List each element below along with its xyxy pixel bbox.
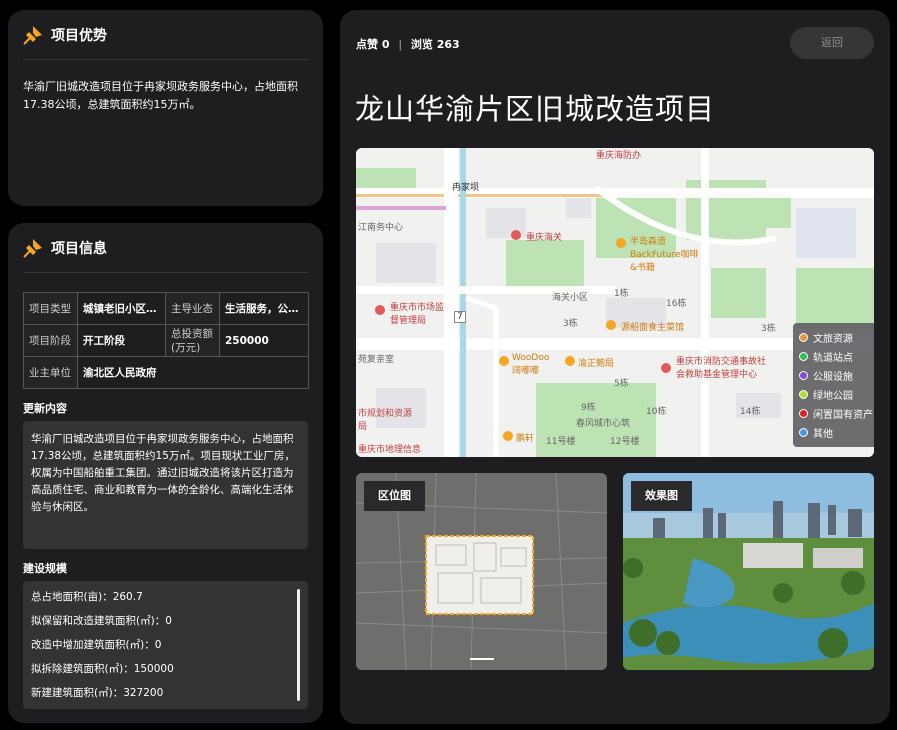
map-label: 江南务中心 [358, 223, 404, 233]
map-label: 重庆市消防交通事故社会救助基金管理中心 [676, 357, 767, 380]
map-label: 16栋 [666, 299, 687, 309]
table-value: 250000 [219, 324, 309, 357]
map-label: 11号楼 [546, 437, 576, 447]
panel-header: 项目信息 [23, 223, 308, 273]
legend-dot [799, 409, 808, 418]
legend-item[interactable]: 公服设施 [799, 366, 874, 385]
views-label: 浏览 [410, 38, 433, 51]
map-label: 3栋 [761, 324, 776, 334]
map-label: 7 [454, 311, 466, 323]
project-map[interactable]: 冉家坝 重庆海关 半岛森造 BackFuture咖啡&书籍 海关小区 江南务中心… [356, 148, 874, 457]
map-label: 10栋 [646, 407, 667, 417]
legend-item[interactable]: 其他 [799, 423, 874, 442]
legend-label: 公服设施 [813, 372, 853, 383]
legend-label: 闲置国有资产 [813, 410, 873, 421]
list-item: 新建建筑面积(㎡)：327200 [31, 687, 164, 699]
legend-dot [799, 428, 808, 437]
table-value: 开工阶段 [77, 324, 166, 357]
legend-item[interactable]: 文旅资源 [799, 328, 874, 347]
update-content: 华渝厂旧城改造项目位于冉家坝政务服务中心，占地面积17.38公顷，总建筑面积约1… [23, 421, 308, 549]
legend-dot [799, 390, 808, 399]
pin-icon [23, 238, 42, 258]
legend-label: 其他 [813, 429, 833, 440]
update-title: 更新内容 [23, 402, 67, 415]
info-table: 项目类型 城镇老旧小区… 主导业态 生活服务，公… 项目阶段 开工阶段 总投资额… [23, 292, 309, 389]
table-key: 主导业态 [165, 292, 220, 325]
table-row: 业主单位 渝北区人民政府 [23, 356, 309, 389]
list-item: 总占地面积(亩)：260.7 [31, 591, 143, 603]
table-value: 渝北区人民政府 [77, 356, 309, 389]
map-label: 5栋 [614, 379, 629, 389]
legend-item[interactable]: 闲置国有资产 [799, 404, 874, 423]
map-label: 苑复亲室 [358, 355, 395, 365]
views-count: 263 [436, 38, 460, 51]
location-map-thumbnail[interactable]: 区位图 [356, 473, 607, 670]
divider: | [398, 38, 403, 51]
map-label: 9栋 [581, 403, 596, 413]
thumbnail-tag: 区位图 [364, 481, 425, 511]
stats-bar: 点赞 0 | 浏览 263 [356, 36, 460, 52]
legend-item[interactable]: 轨道站点 [799, 347, 874, 366]
table-key: 项目阶段 [23, 324, 78, 357]
legend-dot [799, 371, 808, 380]
map-label: 源船面食主菜馆 [621, 323, 685, 333]
legend-label: 绿地公园 [813, 391, 853, 402]
panel-header: 项目优势 [23, 10, 308, 60]
likes-label: 点赞 [356, 38, 378, 51]
legend-dot [799, 352, 808, 361]
thumbnail-tag: 效果图 [631, 481, 692, 511]
map-label: 重庆市地理信息 [358, 445, 422, 455]
list-item: 拟保留和改造建筑面积(㎡)：0 [31, 615, 172, 627]
map-label: 渝正鲍局 [578, 359, 615, 369]
table-key: 业主单位 [23, 356, 78, 389]
map-label: 海关小区 [552, 293, 589, 303]
likes-count: 0 [381, 38, 390, 51]
map-label: 3栋 [563, 319, 578, 329]
scale-list[interactable]: 总占地面积(亩)：260.7 拟保留和改造建筑面积(㎡)：0 改造中增加建筑面积… [23, 581, 308, 709]
map-label: WooDoo 阔嘟嘟 [512, 353, 550, 376]
list-item: 改造中增加建筑面积(㎡)：0 [31, 639, 162, 651]
project-detail-panel: 点赞 0 | 浏览 263 返回 龙山华渝片区旧城改造项目 冉家坝 重庆海关 半… [340, 10, 890, 724]
legend-dot [799, 333, 808, 342]
map-label: 14栋 [740, 407, 761, 417]
map-label: 1栋 [614, 289, 629, 299]
effect-image-thumbnail[interactable]: 效果图 [623, 473, 874, 670]
carousel-indicator[interactable] [470, 658, 494, 660]
legend-label: 轨道站点 [813, 353, 853, 364]
page-title: 龙山华渝片区旧城改造项目 [355, 92, 716, 126]
scrollbar[interactable] [297, 589, 300, 701]
map-label: 12号楼 [610, 437, 640, 447]
map-label: 半岛森造 BackFuture咖啡&书籍 [630, 237, 699, 273]
table-row: 项目阶段 开工阶段 总投资额(万元) 250000 [23, 324, 309, 357]
back-button[interactable]: 返回 [790, 27, 874, 59]
scale-title: 建设规模 [23, 562, 67, 575]
list-item: 拟拆除建筑面积(㎡)：150000 [31, 663, 174, 675]
table-value: 生活服务，公… [219, 292, 309, 325]
map-label: 鹏轩 [516, 434, 535, 444]
map-label: 重庆市市场监督管理局 [390, 303, 445, 326]
project-info-panel: 项目信息 项目类型 城镇老旧小区… 主导业态 生活服务，公… 项目阶段 开工阶段… [8, 223, 323, 723]
table-key: 总投资额(万元) [165, 324, 220, 357]
map-label: 冉家坝 [452, 183, 480, 193]
map-label: 重庆海关 [526, 233, 563, 243]
map-label: 春风城市心筑 [576, 419, 631, 429]
map-label: 重庆海防办 [596, 151, 642, 161]
panel-title: 项目优势 [51, 27, 107, 44]
panel-title: 项目信息 [51, 240, 107, 257]
project-advantage-panel: 项目优势 华渝厂旧城改造项目位于冉家坝政务服务中心，占地面积17.38公顷，总建… [8, 10, 323, 206]
legend-item[interactable]: 绿地公园 [799, 385, 874, 404]
table-row: 项目类型 城镇老旧小区… 主导业态 生活服务，公… [23, 292, 309, 325]
table-value: 城镇老旧小区… [77, 292, 166, 325]
map-legend: 文旅资源 轨道站点 公服设施 绿地公园 闲置国有资产 其他 [793, 323, 874, 447]
table-key: 项目类型 [23, 292, 78, 325]
map-label: 市规划和资源局 [358, 409, 413, 432]
pin-icon [23, 25, 42, 45]
advantage-text: 华渝厂旧城改造项目位于冉家坝政务服务中心，占地面积17.38公顷，总建筑面积约1… [23, 80, 298, 111]
legend-label: 文旅资源 [813, 334, 853, 345]
